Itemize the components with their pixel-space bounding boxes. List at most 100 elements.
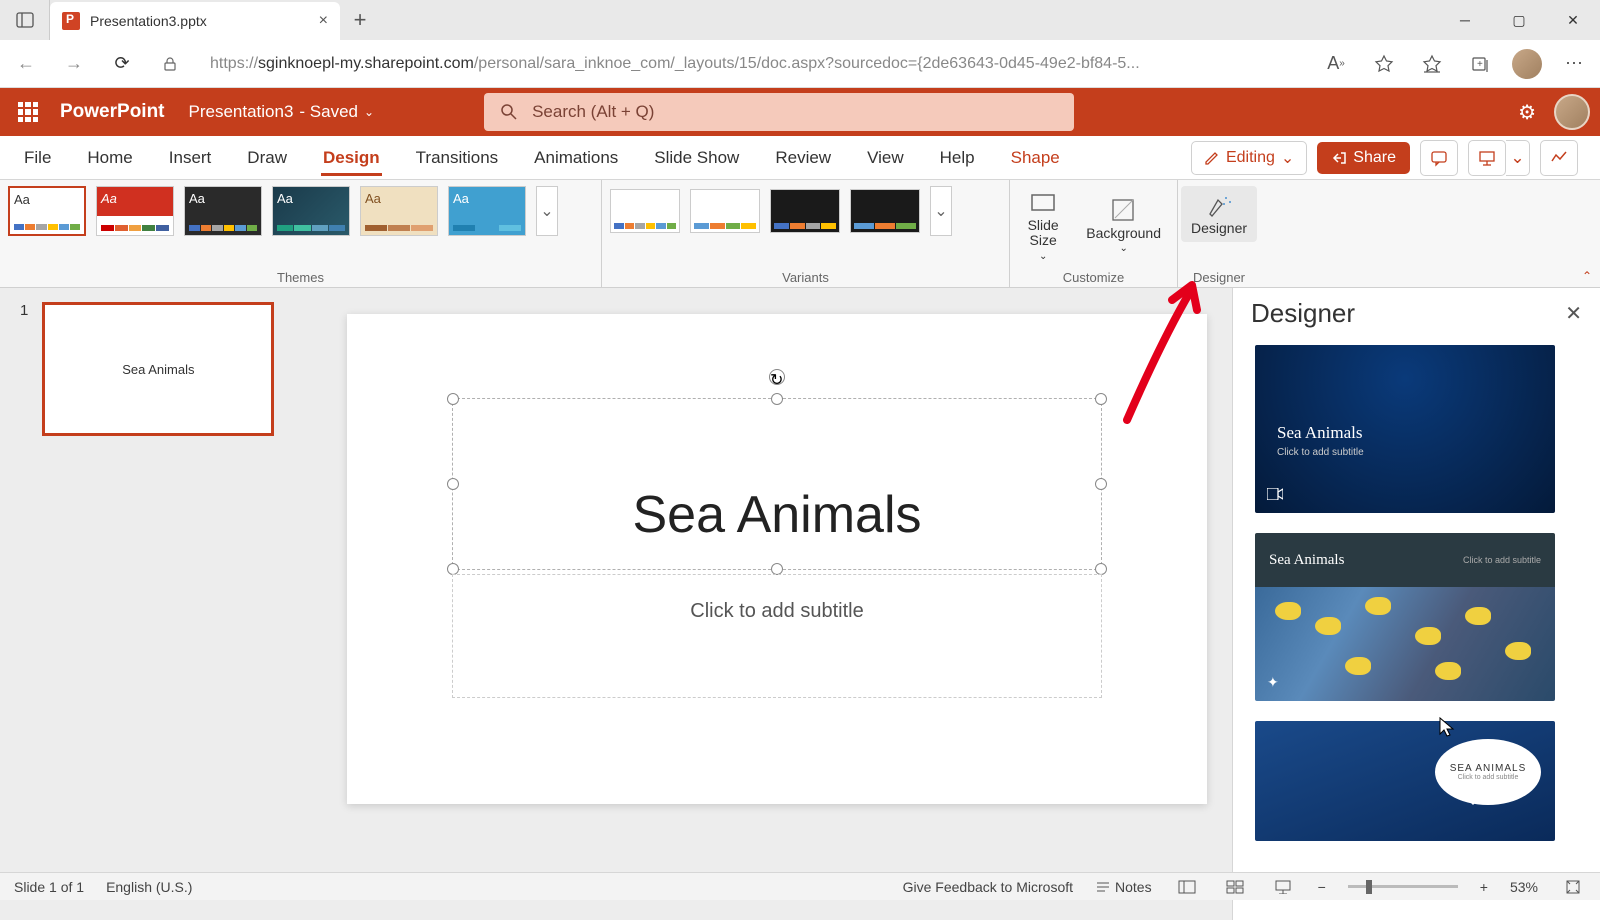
app-launcher-icon[interactable] [10, 94, 46, 130]
theme-swatch[interactable]: Aa [272, 186, 350, 236]
language-indicator[interactable]: English (U.S.) [106, 879, 192, 895]
themes-more-button[interactable]: ⌄ [536, 186, 558, 236]
forward-button[interactable]: → [58, 48, 90, 80]
tab-slideshow[interactable]: Slide Show [652, 140, 741, 176]
tab-transitions[interactable]: Transitions [414, 140, 501, 176]
resize-handle[interactable] [1095, 478, 1107, 490]
designer-button[interactable]: Designer [1181, 186, 1257, 242]
refresh-button[interactable]: ⟳ [106, 48, 138, 80]
speech-bubble: SEA ANIMALS Click to add subtitle [1435, 739, 1541, 805]
sparkle-icon: ✦ [1267, 674, 1279, 691]
resize-handle[interactable] [447, 478, 459, 490]
theme-swatch[interactable]: Aa [360, 186, 438, 236]
slide-canvas[interactable]: ↻ Sea Animals Click to add subtitle [347, 314, 1207, 804]
theme-swatch[interactable]: Aa [96, 186, 174, 236]
more-menu-icon[interactable]: ⋯ [1558, 48, 1590, 80]
pane-title: Designer [1251, 298, 1355, 329]
tab-insert[interactable]: Insert [167, 140, 214, 176]
slide-thumbnail[interactable]: Sea Animals [42, 302, 274, 436]
document-name[interactable]: Presentation3 [189, 102, 294, 122]
app-header: PowerPoint Presentation3 - Saved ⌄ Searc… [0, 88, 1600, 136]
group-label: Customize [1018, 270, 1169, 287]
background-button[interactable]: Background⌄ [1078, 193, 1169, 258]
slide-size-button[interactable]: Slide Size⌄ [1018, 186, 1068, 266]
slide-title-text[interactable]: Sea Animals [453, 485, 1101, 545]
ribbon-design: Aa Aa Aa Aa Aa Aa ⌄ Themes ⌄ Variants Sl… [0, 180, 1600, 288]
profile-avatar[interactable] [1512, 49, 1542, 79]
add-favorite-icon[interactable] [1368, 48, 1400, 80]
variant-swatch[interactable] [850, 189, 920, 233]
slide-counter[interactable]: Slide 1 of 1 [14, 879, 84, 895]
variant-swatch[interactable] [690, 189, 760, 233]
new-tab-button[interactable]: + [340, 0, 380, 40]
resize-handle[interactable] [771, 393, 783, 405]
subtitle-box[interactable] [452, 574, 1102, 698]
title-placeholder[interactable]: ↻ Sea Animals [452, 398, 1102, 570]
main-workspace: 1 Sea Animals ↻ Sea Animals Click to add… [0, 288, 1600, 920]
zoom-slider[interactable] [1348, 885, 1458, 888]
feedback-link[interactable]: Give Feedback to Microsoft [903, 879, 1073, 895]
rotate-handle[interactable]: ↻ [769, 369, 785, 385]
variant-swatch[interactable] [610, 189, 680, 233]
share-button[interactable]: Share [1317, 142, 1410, 174]
favorites-icon[interactable] [1416, 48, 1448, 80]
status-bar: Slide 1 of 1 English (U.S.) Give Feedbac… [0, 872, 1600, 900]
search-icon [500, 103, 518, 121]
save-status: - Saved [299, 102, 358, 122]
tab-review[interactable]: Review [773, 140, 833, 176]
search-input[interactable]: Search (Alt + Q) [484, 93, 1074, 131]
designer-pane: Designer ✕ Sea Animals Click to add subt… [1232, 288, 1600, 920]
slide-canvas-area[interactable]: ↻ Sea Animals Click to add subtitle [322, 288, 1232, 920]
catch-up-button[interactable] [1540, 140, 1578, 176]
browser-tab[interactable]: Presentation3.pptx × [50, 2, 340, 40]
slideshow-view-icon[interactable] [1270, 877, 1296, 897]
comments-button[interactable] [1420, 140, 1458, 176]
tab-file[interactable]: File [22, 140, 53, 176]
tab-actions-button[interactable] [0, 0, 50, 40]
account-avatar[interactable] [1554, 94, 1590, 130]
minimize-button[interactable]: ─ [1438, 0, 1492, 40]
design-suggestion[interactable]: Sea Animals Click to add subtitle ✦ [1255, 533, 1555, 701]
theme-swatch[interactable]: Aa [8, 186, 86, 236]
site-info-icon[interactable] [154, 48, 186, 80]
variants-more-button[interactable]: ⌄ [930, 186, 952, 236]
slide-size-icon [1028, 190, 1058, 216]
sorter-view-icon[interactable] [1222, 877, 1248, 897]
tab-animations[interactable]: Animations [532, 140, 620, 176]
address-bar[interactable]: https://sginknoepl-my.sharepoint.com/per… [202, 55, 1304, 73]
browser-toolbar: ← → ⟳ https://sginknoepl-my.sharepoint.c… [0, 40, 1600, 88]
zoom-in-button[interactable]: + [1480, 879, 1488, 895]
collapse-ribbon-icon[interactable]: ⌃ [1582, 269, 1592, 283]
theme-swatch[interactable]: Aa [448, 186, 526, 236]
tab-view[interactable]: View [865, 140, 906, 176]
tab-home[interactable]: Home [85, 140, 134, 176]
back-button[interactable]: ← [10, 48, 42, 80]
chevron-down-icon[interactable]: ⌄ [364, 105, 374, 119]
present-button[interactable] [1468, 140, 1506, 176]
close-tab-icon[interactable]: × [319, 12, 328, 30]
tab-design[interactable]: Design [321, 140, 382, 176]
resize-handle[interactable] [447, 393, 459, 405]
theme-swatch[interactable]: Aa [184, 186, 262, 236]
resize-handle[interactable] [1095, 393, 1107, 405]
settings-icon[interactable]: ⚙ [1518, 100, 1536, 125]
collections-icon[interactable]: + [1464, 48, 1496, 80]
tab-help[interactable]: Help [938, 140, 977, 176]
zoom-out-button[interactable]: − [1318, 879, 1326, 895]
present-options-button[interactable]: ⌄ [1506, 140, 1530, 176]
design-suggestion[interactable]: SEA ANIMALS Click to add subtitle [1255, 721, 1555, 841]
design-suggestion[interactable]: Sea Animals Click to add subtitle [1255, 345, 1555, 513]
read-aloud-icon[interactable]: A» [1320, 48, 1352, 80]
notes-toggle[interactable]: Notes [1095, 879, 1152, 895]
variant-swatch[interactable] [770, 189, 840, 233]
background-icon [1109, 197, 1139, 223]
close-pane-icon[interactable]: ✕ [1565, 301, 1582, 326]
fit-to-window-icon[interactable] [1560, 877, 1586, 897]
tab-draw[interactable]: Draw [245, 140, 289, 176]
tab-shape[interactable]: Shape [1009, 140, 1062, 176]
zoom-level[interactable]: 53% [1510, 879, 1538, 895]
editing-mode-button[interactable]: Editing ⌄ [1191, 141, 1307, 175]
maximize-button[interactable]: ▢ [1492, 0, 1546, 40]
close-window-button[interactable]: ✕ [1546, 0, 1600, 40]
normal-view-icon[interactable] [1174, 877, 1200, 897]
